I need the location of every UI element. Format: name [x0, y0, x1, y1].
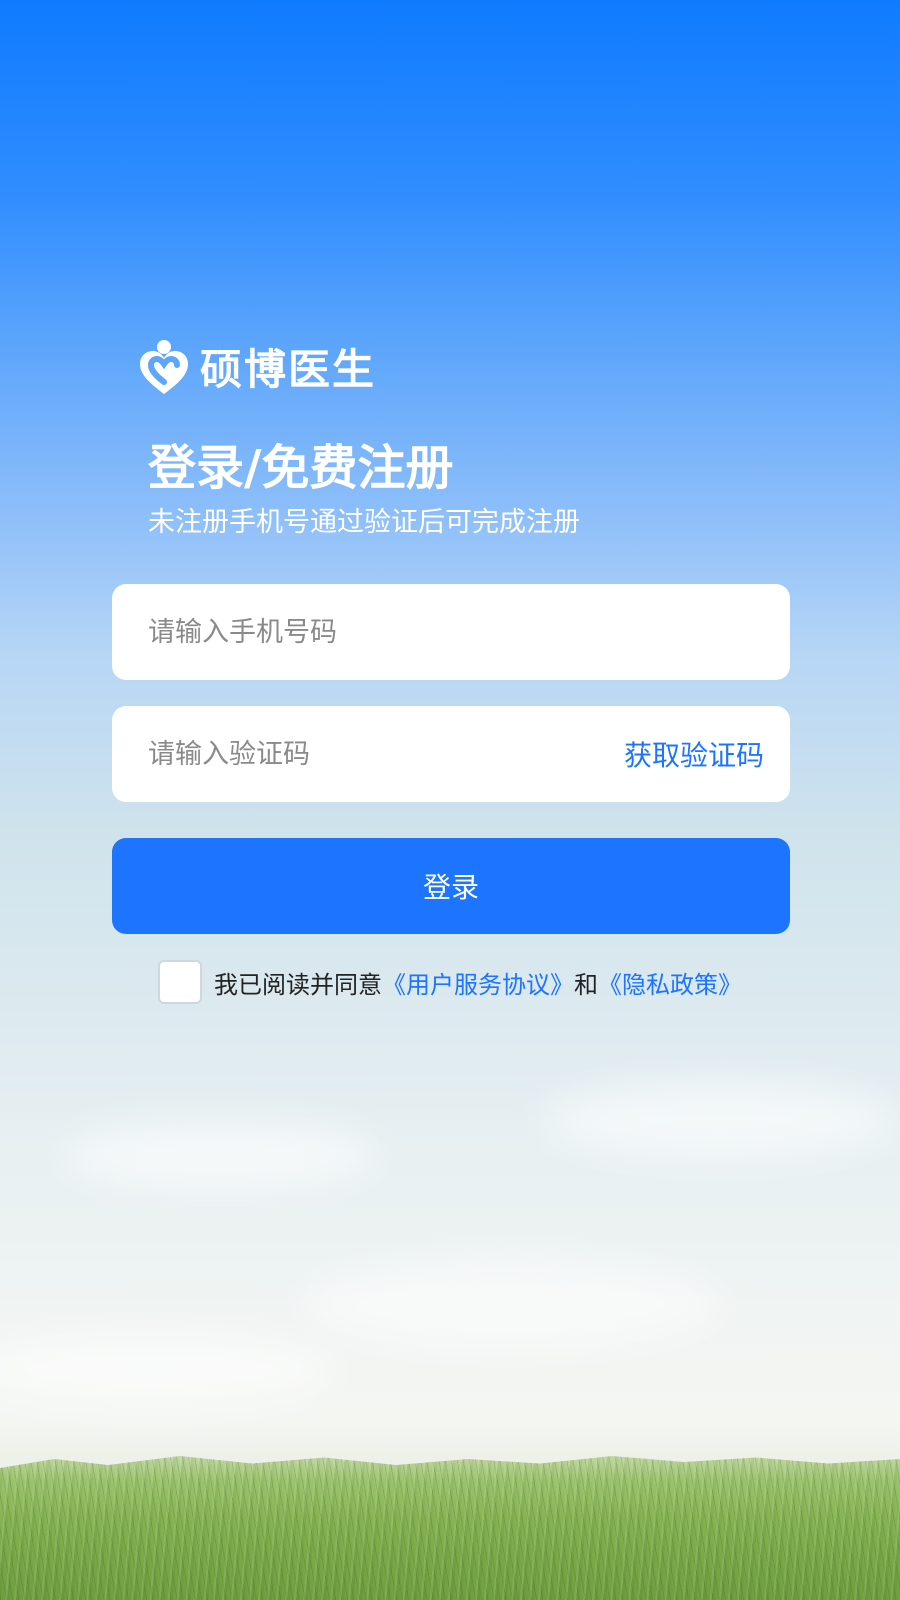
phone-field [112, 584, 790, 680]
cloud [300, 1260, 720, 1350]
verification-code-input[interactable] [146, 737, 624, 771]
phone-input[interactable] [146, 615, 764, 649]
agreement-conjunction: 和 [574, 970, 598, 999]
cloud [60, 1120, 380, 1190]
cloud [0, 1330, 340, 1410]
get-code-button[interactable]: 获取验证码 [624, 734, 764, 774]
page-title: 登录/免费注册 [148, 440, 454, 496]
agreement-checkbox[interactable] [158, 960, 202, 1004]
brand-logo: 硕博医生 [138, 336, 376, 397]
agreement-row: 我已阅读并同意 《用户服务协议》 和 《隐私政策》 [158, 960, 742, 1004]
cloud [540, 1080, 900, 1160]
code-field: 获取验证码 [112, 706, 790, 802]
grass-field [0, 1456, 900, 1600]
heart-person-logo-icon [140, 339, 188, 394]
page-subtitle: 未注册手机号通过验证后可完成注册 [148, 507, 580, 538]
terms-link[interactable]: 《用户服务协议》 [382, 965, 574, 1000]
login-button[interactable]: 登录 [112, 838, 790, 934]
agreement-prefix: 我已阅读并同意 [214, 970, 382, 999]
privacy-link[interactable]: 《隐私政策》 [598, 965, 742, 1000]
brand-name: 硕博医生 [200, 345, 377, 394]
